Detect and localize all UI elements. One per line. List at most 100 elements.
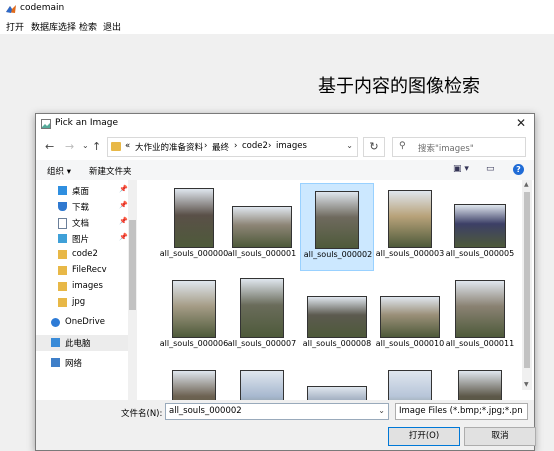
chevron-down-icon[interactable]: ⌄ bbox=[378, 406, 385, 415]
cancel-button[interactable]: 取消 bbox=[464, 427, 536, 446]
file-item[interactable] bbox=[225, 363, 299, 400]
close-icon[interactable]: ✕ bbox=[516, 116, 526, 130]
file-name: all_souls_000006 bbox=[159, 339, 229, 348]
pin-icon: 📌 bbox=[119, 233, 128, 241]
file-item[interactable]: all_souls_000001 bbox=[225, 183, 299, 271]
menu-database-select[interactable]: 数据库选择 bbox=[31, 20, 76, 33]
address-row: ← → ⌄ ↑ « 大作业的准备资料 › 最终 › code2 › images… bbox=[36, 134, 534, 159]
nav-item-documents[interactable]: 文档 📌 bbox=[36, 215, 128, 231]
image-thumbnail bbox=[172, 370, 216, 400]
nav-item-jpg[interactable]: jpg bbox=[36, 295, 128, 311]
nav-scrollbar[interactable] bbox=[128, 180, 137, 400]
document-icon bbox=[58, 218, 67, 229]
scroll-down-icon[interactable]: ▼ bbox=[524, 381, 529, 388]
open-button[interactable]: 打开(O) bbox=[388, 427, 460, 446]
image-thumbnail bbox=[240, 370, 284, 400]
file-grid: all_souls_000000 all_souls_000001 all_soul… bbox=[137, 180, 522, 400]
image-thumbnail bbox=[380, 296, 440, 338]
nav-item-network[interactable]: 网络 bbox=[36, 355, 128, 371]
file-dialog: Pick an Image ✕ ← → ⌄ ↑ « 大作业的准备资料 › 最终 … bbox=[35, 113, 536, 451]
new-folder-button[interactable]: 新建文件夹 bbox=[89, 165, 132, 177]
refresh-button[interactable]: ↻ bbox=[363, 137, 385, 157]
menu-exit[interactable]: 退出 bbox=[103, 20, 121, 33]
breadcrumb[interactable]: images bbox=[276, 141, 307, 151]
nav-item-downloads[interactable]: 下载 📌 bbox=[36, 199, 128, 215]
page-heading: 基于内容的图像检索 bbox=[318, 76, 480, 97]
up-arrow-icon[interactable]: ↑ bbox=[92, 140, 101, 153]
help-icon[interactable]: ? bbox=[513, 164, 524, 175]
file-item[interactable]: all_souls_000003 bbox=[373, 183, 447, 271]
breadcrumb-separator: › bbox=[268, 141, 272, 151]
file-item[interactable] bbox=[300, 363, 374, 400]
nav-item-this-pc[interactable]: 此电脑 bbox=[36, 335, 128, 351]
image-thumbnail bbox=[454, 204, 506, 248]
menu-open[interactable]: 打开 bbox=[6, 20, 24, 33]
desktop-icon bbox=[58, 186, 67, 195]
file-item[interactable] bbox=[373, 363, 447, 400]
nav-item-images[interactable]: images bbox=[36, 279, 128, 295]
pin-icon: 📌 bbox=[119, 217, 128, 225]
refresh-icon: ↻ bbox=[369, 140, 379, 153]
image-thumbnail bbox=[307, 296, 367, 338]
nav-item-code2[interactable]: code2 bbox=[36, 247, 128, 263]
filetype-select[interactable]: Image Files (*.bmp;*.jpg;*.pn bbox=[395, 403, 528, 420]
view-mode-icon[interactable]: ▣ ▾ bbox=[453, 164, 469, 174]
nav-label: 图片 bbox=[72, 235, 90, 245]
file-item[interactable]: all_souls_000002 bbox=[300, 183, 374, 271]
files-scrollbar[interactable]: ▲ ▼ bbox=[522, 180, 532, 390]
chevron-down-icon[interactable]: ⌄ bbox=[346, 141, 353, 150]
file-item[interactable] bbox=[443, 363, 517, 400]
nav-label: 桌面 bbox=[72, 187, 90, 197]
file-item[interactable]: all_souls_000010 bbox=[373, 273, 447, 361]
scroll-up-icon[interactable]: ▲ bbox=[524, 181, 529, 188]
file-name: all_souls_000010 bbox=[375, 339, 445, 348]
preview-pane-icon[interactable]: ▭ bbox=[486, 164, 495, 174]
chevron-down-icon[interactable]: ⌄ bbox=[82, 141, 89, 150]
breadcrumb-separator: › bbox=[234, 141, 238, 151]
window-title: codemain bbox=[20, 3, 65, 13]
filename-value: all_souls_000002 bbox=[169, 406, 242, 416]
breadcrumb[interactable]: 大作业的准备资料 bbox=[135, 141, 203, 153]
file-name: all_souls_000003 bbox=[375, 249, 445, 258]
back-arrow-icon[interactable]: ← bbox=[45, 140, 54, 153]
scrollbar-thumb[interactable] bbox=[524, 192, 530, 368]
menu-bar: 打开 数据库选择 检索 退出 bbox=[0, 18, 554, 34]
breadcrumb[interactable]: 最终 bbox=[212, 141, 229, 153]
menu-search[interactable]: 检索 bbox=[79, 20, 97, 33]
file-item[interactable]: all_souls_000008 bbox=[300, 273, 374, 361]
nav-label: 网络 bbox=[65, 359, 83, 369]
picture-icon bbox=[58, 234, 67, 243]
file-name: all_souls_000000 bbox=[159, 249, 229, 258]
organize-button[interactable]: 组织 ▾ bbox=[47, 165, 71, 177]
window-title-bar: codemain bbox=[0, 0, 554, 18]
nav-item-onedrive[interactable]: OneDrive bbox=[36, 315, 128, 331]
file-item[interactable]: all_souls_000011 bbox=[443, 273, 517, 361]
dialog-title: Pick an Image bbox=[55, 118, 119, 128]
nav-item-pictures[interactable]: 图片 📌 bbox=[36, 231, 128, 247]
file-item[interactable] bbox=[157, 363, 231, 400]
file-item[interactable]: all_souls_000000 bbox=[157, 183, 231, 271]
nav-label: 文档 bbox=[72, 219, 90, 229]
scrollbar-thumb[interactable] bbox=[129, 220, 136, 310]
image-icon bbox=[41, 119, 51, 129]
nav-item-filerecv[interactable]: FileRecv bbox=[36, 263, 128, 279]
nav-label: OneDrive bbox=[65, 317, 105, 327]
file-item[interactable]: all_souls_000007 bbox=[225, 273, 299, 361]
download-icon bbox=[58, 202, 67, 211]
file-item[interactable]: all_souls_000005 bbox=[443, 183, 517, 271]
folder-icon bbox=[58, 282, 67, 291]
search-placeholder: 搜索"images" bbox=[418, 144, 474, 154]
image-thumbnail bbox=[388, 370, 432, 400]
dialog-title-bar: Pick an Image ✕ bbox=[36, 114, 534, 134]
file-item[interactable]: all_souls_000006 bbox=[157, 273, 231, 361]
network-icon bbox=[51, 358, 60, 367]
forward-arrow-icon[interactable]: → bbox=[65, 140, 74, 153]
file-name: all_souls_000005 bbox=[445, 249, 515, 258]
search-input[interactable]: ⚲ 搜索"images" bbox=[392, 137, 526, 157]
address-bar[interactable]: « 大作业的准备资料 › 最终 › code2 › images ⌄ bbox=[107, 137, 358, 157]
breadcrumb[interactable]: code2 bbox=[242, 141, 268, 151]
filename-field[interactable]: all_souls_000002 ⌄ bbox=[165, 403, 389, 420]
breadcrumb-overflow[interactable]: « bbox=[125, 141, 130, 151]
nav-item-desktop[interactable]: 桌面 📌 bbox=[36, 183, 128, 199]
file-name: all_souls_000001 bbox=[227, 249, 297, 258]
